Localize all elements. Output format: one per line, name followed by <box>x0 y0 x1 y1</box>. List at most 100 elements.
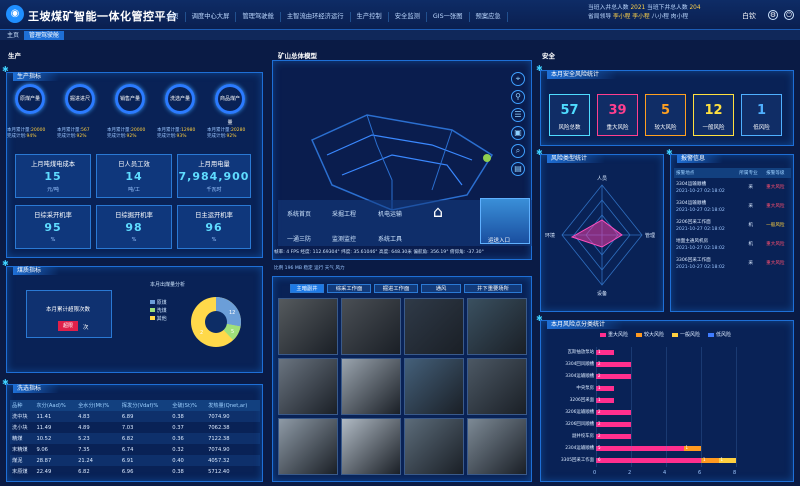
alarm-row[interactable]: 3306回采工作面 2021-10-27 02:18:02 采 重大风险 <box>674 254 791 273</box>
grid-line <box>666 347 667 467</box>
panel-title: 生产指标 <box>13 72 60 81</box>
video-tab[interactable]: 井下重要场所 <box>464 284 522 293</box>
x-tick-label: 0 <box>593 470 597 476</box>
locate-icon[interactable]: ⌖ <box>511 72 525 86</box>
nav-item-3[interactable]: 主智流由环经济运行 <box>281 12 351 22</box>
system-button[interactable]: 机电运输 <box>378 209 402 218</box>
kpi-unit: % <box>131 237 137 243</box>
stat-label: 本月累计量: <box>107 128 132 133</box>
bar-category-label: 3206运输顺槽 <box>565 410 594 415</box>
power-icon[interactable]: ⏻ <box>784 10 794 20</box>
table-cell: 7.03 <box>121 424 134 431</box>
alarm-profession: 采 <box>748 185 754 190</box>
kpi-value: 14 <box>125 170 143 183</box>
system-button[interactable]: 采掘工程 <box>332 209 356 218</box>
camera-feed[interactable] <box>341 358 401 415</box>
stat-value: 20280 <box>231 128 246 133</box>
alarm-row[interactable]: 地面主通风机房 2021-10-27 02:18:02 机 重大风险 <box>674 235 791 254</box>
alarm-header-cell: 报警地点 <box>676 170 695 176</box>
bar-segment: 1 <box>596 349 614 355</box>
user-name[interactable]: 白钦 <box>742 11 756 21</box>
table-cell: 0.36 <box>170 433 207 444</box>
table-cell: 6.82 <box>78 468 90 475</box>
camera-feed[interactable] <box>467 418 527 475</box>
nav-item-1[interactable]: 调度中心大屏 <box>186 12 237 22</box>
risk-label: 低风险 <box>753 125 770 131</box>
bar-segment: 6 <box>596 457 701 463</box>
camera-feed[interactable] <box>341 298 401 355</box>
alarm-row[interactable]: 3304运输顺槽 2021-10-27 02:18:02 采 重大风险 <box>674 178 791 197</box>
table-cell: 6.96 <box>121 468 134 475</box>
camera-feed[interactable] <box>404 298 464 355</box>
bar-category-label: 瓦斯抽放泵站 <box>567 350 594 355</box>
table-cell: 0.40 <box>170 455 207 466</box>
alarm-time: 2021-10-27 02:18:02 <box>676 245 725 251</box>
kpi-unit: 元/吨 <box>47 187 59 193</box>
camera-feed[interactable] <box>467 298 527 355</box>
nav-item-0[interactable]: 主页 <box>160 12 186 22</box>
stat-value: 92% <box>126 134 137 139</box>
building-icon[interactable]: ▤ <box>511 162 525 176</box>
camera-feed[interactable] <box>404 358 464 415</box>
video-tab[interactable]: 通风 <box>421 284 461 293</box>
system-button[interactable]: 一通三防 <box>287 234 311 243</box>
legend-label: 低风险 <box>716 332 732 338</box>
system-button[interactable]: 系统首页 <box>287 209 311 218</box>
camera-feed[interactable] <box>404 418 464 475</box>
model-status-bar: 帧率: 4 FPS 经度: 112.69304° 纬度: 35.61046° 高… <box>274 250 484 255</box>
bar-value-label: 2 <box>598 421 601 426</box>
video-tab[interactable]: 主暗副井 <box>290 284 324 293</box>
table-row: 精煤 10.52 5.23 6.82 0.36 7122.38 <box>10 433 260 444</box>
bar-value-label: 1 <box>598 385 601 390</box>
video-tab[interactable]: 掘进工作面 <box>374 284 418 293</box>
kpi-title: 日人员工效 <box>118 161 150 168</box>
stat-value: 94% <box>26 134 37 139</box>
camera-feed[interactable] <box>467 358 527 415</box>
entry-label[interactable]: 运送入口 <box>488 236 510 244</box>
leader-name: 肉小程 <box>670 14 689 20</box>
leader-label: 省局领导 <box>588 14 612 20</box>
stat-label: 完成计划: <box>207 134 227 139</box>
system-button[interactable]: 系统工具 <box>378 234 402 243</box>
stat-label: 完成计划: <box>7 134 27 139</box>
bar-segment: 1 <box>683 445 701 451</box>
nav-item-4[interactable]: 生产控制 <box>351 12 389 22</box>
alarm-place-cell: 地面主通风机房 2021-10-27 02:18:02 <box>674 235 737 254</box>
camera-feed[interactable] <box>341 418 401 475</box>
camera-feed[interactable] <box>278 358 338 415</box>
route-icon[interactable]: ⚲ <box>511 90 525 104</box>
alarm-row[interactable]: 3304运输顺槽 2021-10-27 02:18:02 采 重大风险 <box>674 197 791 216</box>
kpi-title: 日综采开机率 <box>34 212 72 219</box>
gauge-ring: 商品煤产量 <box>215 84 245 126</box>
alarm-profession: 采 <box>748 261 754 266</box>
layers-icon[interactable]: ☰ <box>511 108 525 122</box>
video-tab[interactable]: 综采工作面 <box>327 284 371 293</box>
cube-icon[interactable]: ▣ <box>511 126 525 140</box>
nav-item-7[interactable]: 预案应急 <box>470 12 508 22</box>
exceed-value: 超限 <box>58 321 78 331</box>
nav-item-2[interactable]: 管理驾驶舱 <box>236 12 281 22</box>
section-safety: 安全 <box>542 52 555 60</box>
alarm-row[interactable]: 3206回采工作面 2021-10-27 02:18:02 机 一般风险 <box>674 216 791 235</box>
nav-item-6[interactable]: GIS一张图 <box>427 12 470 22</box>
bar-category-label: 3304回风顺槽 <box>565 362 594 367</box>
settings-icon[interactable]: ⚙ <box>768 10 778 20</box>
x-tick-label: 6 <box>698 470 702 476</box>
search-icon[interactable]: ⌕ <box>511 144 525 158</box>
tab-cockpit[interactable]: 管理驾驶舱 <box>24 31 65 40</box>
bar-value-label: 2 <box>598 433 601 438</box>
kpi-card: 上月吨煤电成本 15 元/吨 <box>15 154 91 198</box>
tab-home[interactable]: 主页 <box>2 31 24 40</box>
system-button[interactable]: 监测监控 <box>332 234 356 243</box>
section-model: 矿山总体模型 <box>278 52 317 60</box>
table-cell: 11.49 <box>36 424 52 431</box>
table-cell: 4057.32 <box>206 455 260 466</box>
camera-feed[interactable] <box>278 298 338 355</box>
tab-bar <box>0 30 800 40</box>
camera-feed[interactable] <box>278 418 338 475</box>
alarm-header-row: 报警地点 所属专业 报警等级 <box>674 168 791 178</box>
home-icon[interactable]: ⌂ <box>428 202 448 222</box>
bar-value-label: 2 <box>598 373 601 378</box>
nav-item-5[interactable]: 安全监测 <box>389 12 427 22</box>
section-production: 生产 <box>8 52 21 60</box>
